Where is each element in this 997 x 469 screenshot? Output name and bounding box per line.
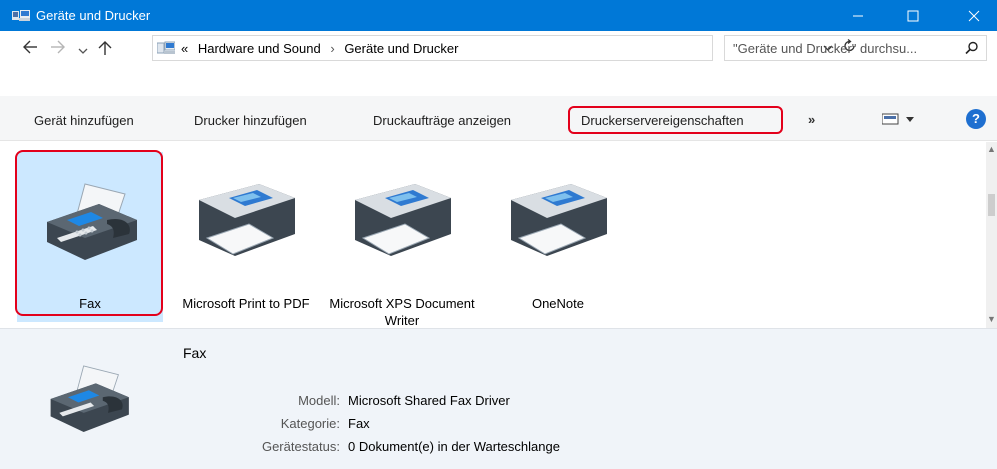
vertical-scrollbar[interactable]: ▲ ▼ — [986, 142, 997, 328]
breadcrumb-devices-printers[interactable]: Geräte und Drucker — [344, 41, 458, 56]
printer-icon — [199, 184, 295, 256]
control-panel-icon — [157, 41, 175, 54]
maximize-icon — [907, 10, 919, 22]
status-value: 0 Dokument(e) in der Warteschlange — [348, 439, 560, 454]
search-field[interactable]: "Geräte und Drucker" durchsu... — [724, 35, 987, 61]
minimize-icon — [853, 15, 863, 17]
device-label: Microsoft Print to PDF — [182, 296, 310, 311]
chevron-down-icon — [78, 48, 88, 54]
view-options-icon — [881, 113, 914, 125]
command-bar: Gerät hinzufügen Drucker hinzufügen Druc… — [0, 96, 997, 141]
detail-device-name: Fax — [183, 345, 207, 361]
category-label: Kategorie: — [280, 416, 340, 431]
forward-button[interactable] — [50, 40, 66, 58]
status-label: Gerätestatus: — [261, 439, 340, 454]
print-jobs-button[interactable]: Druckaufträge anzeigen — [373, 113, 511, 128]
change-view-button[interactable] — [881, 112, 922, 129]
devices-printers-icon — [12, 10, 30, 21]
scrollbar-thumb[interactable] — [988, 194, 995, 216]
address-row: « Hardware und Sound › Geräte und Drucke… — [0, 31, 997, 65]
back-arrow-icon — [23, 40, 37, 54]
details-pane: Fax Modell: Microsoft Shared Fax Driver … — [0, 328, 997, 469]
close-icon — [968, 10, 980, 22]
title-bar: Geräte und Drucker — [0, 0, 997, 31]
device-item-print-to-pdf[interactable]: Microsoft Print to PDF — [173, 152, 319, 322]
breadcrumb-separator[interactable]: › — [330, 41, 334, 56]
search-placeholder: "Geräte und Drucker" durchsu... — [733, 41, 918, 56]
category-value: Fax — [348, 416, 370, 431]
close-button[interactable] — [951, 0, 997, 31]
scroll-up-icon[interactable]: ▲ — [987, 144, 996, 154]
recent-locations-button[interactable] — [78, 43, 88, 59]
breadcrumb-hardware-sound[interactable]: Hardware und Sound — [198, 41, 321, 56]
fax-icon — [50, 365, 129, 433]
more-commands-button[interactable]: » — [808, 112, 815, 127]
breadcrumb: « Hardware und Sound › Geräte und Drucke… — [181, 41, 464, 56]
window-title: Geräte und Drucker — [36, 8, 151, 23]
printer-icon — [355, 184, 451, 256]
highlight-marker — [568, 106, 783, 134]
maximize-button[interactable] — [890, 0, 936, 31]
model-label: Modell: — [298, 393, 340, 408]
add-device-button[interactable]: Gerät hinzufügen — [34, 113, 134, 128]
up-button[interactable] — [98, 40, 112, 60]
breadcrumb-overflow[interactable]: « — [181, 41, 188, 56]
forward-arrow-icon — [51, 40, 65, 54]
device-item-xps-writer[interactable]: Microsoft XPS Document Writer — [329, 152, 475, 328]
add-printer-button[interactable]: Drucker hinzufügen — [194, 113, 307, 128]
address-bar[interactable]: « Hardware und Sound › Geräte und Drucke… — [152, 35, 855, 61]
model-value: Microsoft Shared Fax Driver — [348, 393, 510, 408]
help-button[interactable]: ? — [966, 109, 986, 129]
device-item-onenote[interactable]: OneNote — [485, 152, 631, 322]
highlight-marker — [15, 150, 163, 316]
printer-icon — [511, 184, 607, 256]
device-label: Microsoft XPS Document Writer — [329, 296, 475, 328]
back-button[interactable] — [22, 40, 38, 58]
up-arrow-icon — [98, 41, 112, 55]
scroll-down-icon[interactable]: ▼ — [987, 314, 996, 324]
search-icon[interactable] — [965, 41, 979, 55]
minimize-button[interactable] — [835, 0, 881, 31]
device-label: OneNote — [531, 296, 585, 311]
